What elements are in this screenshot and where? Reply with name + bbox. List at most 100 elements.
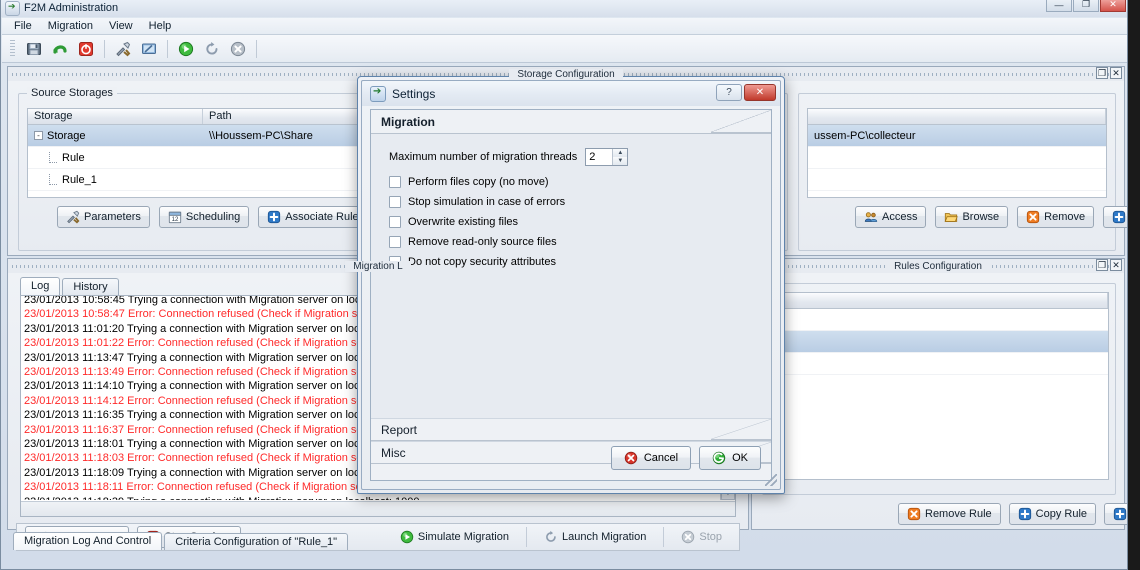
- undo-icon[interactable]: [49, 38, 71, 60]
- run-green-icon[interactable]: [175, 38, 197, 60]
- menu-item-help[interactable]: Help: [149, 20, 172, 32]
- copy-rule-label: Copy Rule: [1035, 508, 1087, 520]
- column-header-target-path: [808, 109, 1106, 124]
- add-button[interactable]: Add: [1103, 206, 1127, 228]
- check-green-circle-icon: [712, 451, 726, 465]
- tab-history[interactable]: History: [62, 278, 119, 295]
- cancel-button[interactable]: Cancel: [610, 446, 692, 470]
- toolbar-grip[interactable]: [10, 39, 15, 58]
- section-header-migration[interactable]: Migration: [371, 110, 771, 134]
- log-panel-title: Migration L: [345, 260, 411, 272]
- stop-red-icon[interactable]: [75, 38, 97, 60]
- window-title: F2M Administration: [24, 2, 119, 14]
- plus-blue-icon: [1113, 507, 1127, 521]
- refresh-icon: [546, 530, 556, 542]
- target-storage-actions: Access Browse Remove Add: [855, 206, 1127, 228]
- storage-panel-title: Storage Configuration: [509, 68, 623, 80]
- threads-spinner-buttons[interactable]: ▲ ▼: [612, 149, 628, 165]
- checkbox-box[interactable]: [389, 216, 401, 228]
- scheduling-button-label: Scheduling: [185, 211, 241, 223]
- rules-group: 1: [762, 283, 1116, 495]
- menu-item-migration[interactable]: Migration: [48, 20, 93, 32]
- dialog-resize-grip[interactable]: [765, 474, 777, 486]
- settings-dialog-controls[interactable]: ? ✕: [716, 84, 776, 101]
- tab-log[interactable]: Log: [20, 277, 61, 295]
- stop-migration-label: Stop: [699, 531, 722, 543]
- checkbox-label: Remove read-only source files: [408, 236, 557, 248]
- ok-button[interactable]: OK: [699, 446, 761, 470]
- table-row[interactable]: [808, 147, 1106, 169]
- spinner-down-icon[interactable]: ▼: [613, 157, 628, 165]
- application-window: F2M Administration — ❐ ✕ File Migration …: [0, 0, 1128, 570]
- checkbox-perform-files-copy[interactable]: Perform files copy (no move): [389, 176, 771, 188]
- settings-close-button[interactable]: ✕: [744, 84, 776, 101]
- settings-dialog-footer: Cancel OK: [610, 446, 761, 470]
- tab-criteria-configuration[interactable]: Criteria Configuration of "Rule_1": [164, 533, 349, 550]
- scheduling-button[interactable]: 12 Scheduling: [158, 206, 250, 228]
- tree-expander-icon[interactable]: -: [34, 131, 43, 141]
- associate-rule-button[interactable]: Associate Rule: [258, 206, 368, 228]
- stop-migration-button[interactable]: Stop: [672, 526, 731, 548]
- copy-rule-button[interactable]: Copy Rule: [1008, 503, 1096, 525]
- checkbox-overwrite-existing-files[interactable]: Overwrite existing files: [389, 216, 771, 228]
- remove-rule-button[interactable]: Remove Rule: [898, 503, 1001, 525]
- close-button[interactable]: ✕: [1100, 0, 1126, 12]
- tools-icon[interactable]: [112, 38, 134, 60]
- browse-button[interactable]: Browse: [935, 206, 1009, 228]
- rules-panel-restore-icon[interactable]: ❐: [1096, 259, 1108, 271]
- storage-panel-close-icon[interactable]: ✕: [1110, 67, 1122, 79]
- refresh-icon[interactable]: [201, 38, 223, 60]
- tools-icon: [67, 210, 80, 224]
- threads-spinner[interactable]: ▲ ▼: [585, 148, 629, 166]
- checkbox-stop-simulation-on-errors[interactable]: Stop simulation in case of errors: [389, 196, 771, 208]
- rules-panel-close-icon[interactable]: ✕: [1110, 259, 1122, 271]
- settings-dialog-titlebar: Settings ? ✕: [362, 81, 780, 106]
- menu-bar: File Migration View Help: [2, 18, 1127, 35]
- threads-input[interactable]: [586, 149, 613, 165]
- table-row[interactable]: [772, 309, 1108, 331]
- checkbox-do-not-copy-security-attributes[interactable]: Do not copy security attributes: [389, 256, 771, 268]
- storage-panel-titlebar: Storage Configuration ❐ ✕: [8, 67, 1124, 81]
- log-horizontal-scrollbar[interactable]: [21, 501, 735, 516]
- maximize-button[interactable]: ❐: [1073, 0, 1099, 12]
- configure-icon[interactable]: [138, 38, 160, 60]
- plus-blue-icon: [268, 210, 281, 224]
- storage-panel-buttons[interactable]: ❐ ✕: [1096, 67, 1122, 79]
- section-header-migration-label: Migration: [381, 114, 435, 129]
- checkbox-remove-readonly-source-files[interactable]: Remove read-only source files: [389, 236, 771, 248]
- app-arrow-icon: [5, 1, 20, 16]
- table-row[interactable]: [772, 353, 1108, 375]
- simulate-migration-button[interactable]: Simulate Migration: [391, 526, 518, 548]
- minimize-button[interactable]: —: [1046, 0, 1072, 12]
- add-rule-button[interactable]: Add Rule: [1104, 503, 1127, 525]
- remove-button[interactable]: Remove: [1017, 206, 1095, 228]
- checkbox-box[interactable]: [389, 176, 401, 188]
- menu-item-view[interactable]: View: [109, 20, 133, 32]
- parameters-button[interactable]: Parameters: [57, 206, 150, 228]
- source-storages-label: Source Storages: [27, 87, 117, 99]
- menu-item-file[interactable]: File: [14, 20, 32, 32]
- save-icon[interactable]: [23, 38, 45, 60]
- cancel-gray-icon[interactable]: [227, 38, 249, 60]
- spinner-up-icon[interactable]: ▲: [613, 149, 628, 157]
- storage-panel-restore-icon[interactable]: ❐: [1096, 67, 1108, 79]
- access-button-right-label: Access: [882, 211, 918, 223]
- target-storages-table[interactable]: ussem-PC\collecteur: [807, 108, 1107, 198]
- table-row[interactable]: ussem-PC\collecteur: [808, 125, 1106, 147]
- tab-migration-log-and-control[interactable]: Migration Log And Control: [13, 532, 163, 550]
- checkbox-box[interactable]: [389, 236, 401, 248]
- migration-section-content: Maximum number of migration threads ▲ ▼ …: [371, 134, 771, 418]
- launch-migration-button[interactable]: Launch Migration: [535, 526, 655, 548]
- settings-help-button[interactable]: ?: [716, 84, 742, 101]
- column-header-rule: [772, 293, 1108, 308]
- checkbox-box[interactable]: [389, 196, 401, 208]
- settings-dialog-body: Migration Maximum number of migration th…: [370, 109, 772, 481]
- row-storage-name: Storage: [47, 129, 86, 142]
- section-header-report[interactable]: Report: [371, 418, 771, 441]
- access-button-right[interactable]: Access: [855, 206, 927, 228]
- window-controls[interactable]: — ❐ ✕: [1046, 0, 1126, 12]
- rules-table[interactable]: 1: [771, 292, 1109, 480]
- rules-panel-buttons[interactable]: ❐ ✕: [1096, 259, 1122, 271]
- table-row[interactable]: 1: [772, 331, 1108, 353]
- table-row[interactable]: [808, 169, 1106, 191]
